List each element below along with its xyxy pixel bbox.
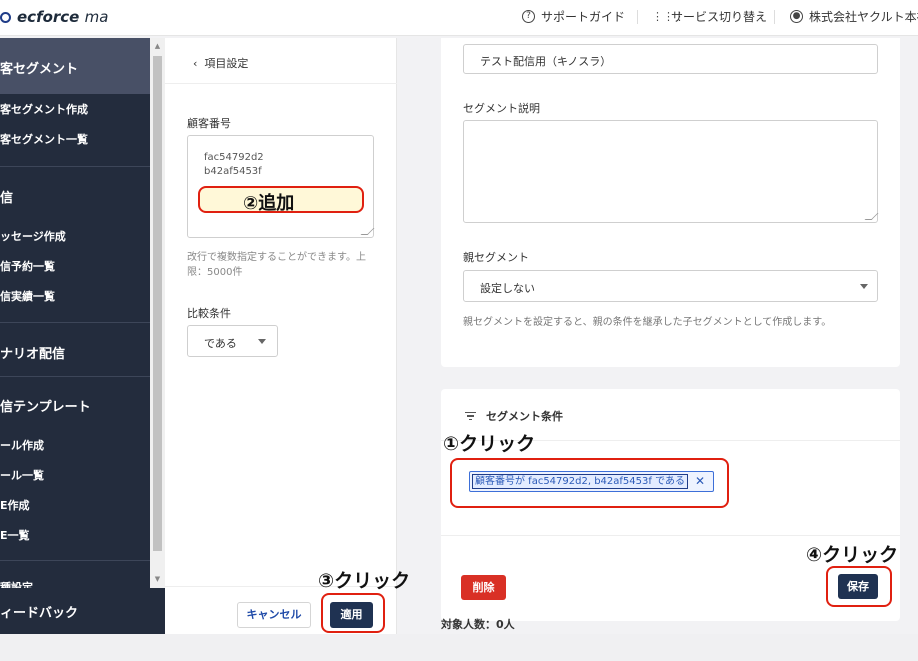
segment-name-input[interactable]: テスト配信用（キノスラ） [463,44,878,74]
caret-down-icon [860,284,868,289]
logo[interactable]: ecforce ma [0,6,108,28]
compare-condition-value: である [204,337,237,350]
company-name: 株式会社ヤクルト本社 [809,10,918,24]
account-menu[interactable]: ● 株式会社ヤクルト本社 [790,8,918,25]
annotation-step1: ①クリック [443,433,536,455]
sidebar-divider [0,322,150,323]
user-circle-icon: ● [790,10,803,23]
annotation-add-box: ②追加 [198,186,364,214]
sidebar: 客セグメント 客セグメント作成 客セグメント一覧 信 ッセージ作成 信予約一覧 … [0,38,150,588]
sidebar-item-segment-list[interactable]: 客セグメント一覧 [0,131,88,147]
chevron-left-icon: ‹ [193,57,198,70]
sidebar-item-reservation-list[interactable]: 信予約一覧 [0,258,55,274]
delete-button[interactable]: 削除 [461,575,506,600]
sidebar-section-segment: 客セグメント [0,62,79,77]
parent-segment-select[interactable]: 設定しない [463,270,878,302]
annotation-ring-chip [450,458,729,508]
annotation-step4: ④クリック [806,544,899,566]
resize-handle-icon[interactable] [864,213,879,220]
divider [441,535,900,536]
sidebar-active-section[interactable]: 客セグメント [0,38,150,94]
back-label: 項目設定 [204,57,249,70]
compare-condition-select[interactable]: である [187,325,278,357]
sidebar-item-line-create[interactable]: E作成 [0,497,30,513]
sidebar-section-settings[interactable]: 種設定 [0,579,33,588]
parent-segment-value: 設定しない [480,282,535,295]
sidebar-item-results-list[interactable]: 信実績一覧 [0,288,55,304]
annotation-step2: ②追加 [243,193,295,214]
header-divider [774,10,775,24]
sidebar-item-mail-list[interactable]: ール一覧 [0,467,44,483]
textarea-line: b42af5453f [204,166,262,177]
sidebar-divider [0,560,150,561]
scroll-down-arrow-icon[interactable]: ▼ [153,575,162,584]
sidebar-divider [0,166,150,167]
logo-suffix: ma [84,8,109,26]
annotation-ring-save [826,566,892,607]
sidebar-section-scenario[interactable]: ナリオ配信 [0,343,65,362]
scroll-up-arrow-icon[interactable]: ▲ [153,42,162,51]
segment-description-textarea[interactable] [463,120,879,223]
parent-segment-hint: 親セグメントを設定すると、親の条件を継承した子セグメントとして作成します。 [463,317,832,328]
cancel-button[interactable]: キャンセル [237,602,311,628]
sidebar-item-segment-create[interactable]: 客セグメント作成 [0,101,88,117]
filter-panel: ‹ 項目設定 顧客番号 fac54792d2 b42af5453f 改行で複数指… [165,38,397,634]
filter-icon [465,410,476,423]
sidebar-item-mail-create[interactable]: ール作成 [0,437,44,453]
customer-number-label: 顧客番号 [187,117,231,130]
top-header: ecforce ma ? サポートガイド ⋮⋮⋮ サービス切り替え ● 株式会社… [0,0,918,36]
header-divider [637,10,638,24]
target-count: 対象人数：0人 [441,618,515,630]
back-to-fields-link[interactable]: ‹ 項目設定 [193,55,248,71]
support-guide-link[interactable]: ? サポートガイド [522,8,625,25]
textarea-hint: 改行で複数指定することができます。上限：5000件 [187,252,366,278]
service-switch-link[interactable]: ⋮⋮⋮ サービス切り替え [652,8,767,25]
sidebar-feedback[interactable]: ィードバック [0,588,165,634]
sidebar-item-line-list[interactable]: E一覧 [0,527,30,543]
page-footer [0,634,918,661]
sidebar-scrollbar[interactable]: ▲ ▼ [150,38,165,588]
logo-mark-icon [0,11,11,23]
sidebar-divider [0,376,150,377]
parent-segment-label: 親セグメント [463,251,529,264]
feedback-label: ィードバック [0,606,79,621]
scrollbar-thumb[interactable] [153,56,162,551]
segment-name-value: テスト配信用（キノスラ） [480,55,612,68]
annotation-ring-apply [321,593,385,633]
logo-text: ecforce [17,8,80,26]
grid-icon: ⋮⋮⋮ [652,10,685,23]
annotation-step3: ③クリック [318,570,411,592]
support-guide-label: サポートガイド [541,10,626,24]
textarea-line: fac54792d2 [204,152,264,163]
compare-condition-label: 比較条件 [187,307,231,320]
segment-form-card: テスト配信用（キノスラ） セグメント説明 親セグメント 設定しない 親セグメント… [441,38,900,367]
conditions-title: セグメント条件 [486,410,563,423]
sidebar-section-template[interactable]: 信テンプレート [0,396,91,415]
caret-down-icon [258,339,266,344]
divider [165,83,397,84]
sidebar-section-delivery[interactable]: 信 [0,187,13,206]
sidebar-item-message-create[interactable]: ッセージ作成 [0,228,66,244]
segment-description-label: セグメント説明 [463,102,540,115]
conditions-header: セグメント条件 [465,408,563,424]
help-circle-icon: ? [522,10,535,23]
resize-handle-icon[interactable] [360,228,375,235]
service-switch-label: サービス切り替え [671,10,768,24]
